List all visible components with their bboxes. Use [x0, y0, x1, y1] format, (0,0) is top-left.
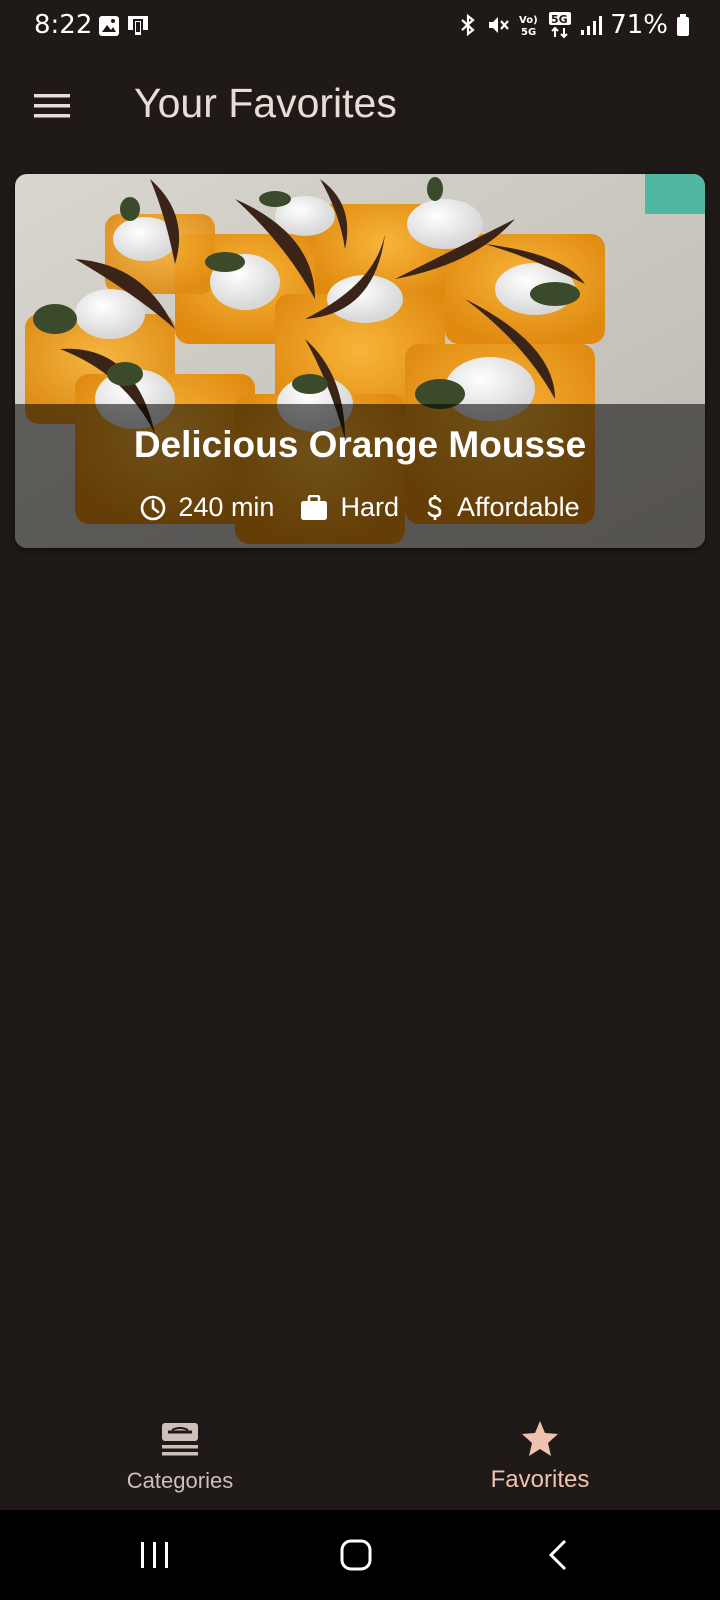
svg-text:Vo): Vo)	[519, 15, 538, 26]
app-bar: Your Favorites	[0, 56, 720, 156]
system-navigation-bar	[0, 1510, 720, 1600]
battery-icon	[677, 14, 689, 36]
categories-icon	[162, 1423, 198, 1456]
meal-duration: 240 min	[140, 492, 274, 523]
nav-icon-wrapper	[160, 1418, 200, 1460]
svg-text:5G: 5G	[551, 13, 568, 26]
status-time: 8:22	[34, 10, 93, 40]
nav-item-favorites[interactable]: Favorites	[360, 1398, 720, 1510]
nav-label-favorites: Favorites	[490, 1466, 590, 1493]
meal-info-overlay: Delicious Orange Mousse 240 min Hard Aff…	[15, 404, 705, 548]
meal-duration-text: 240 min	[178, 492, 275, 522]
meal-affordability: Affordable	[425, 492, 580, 523]
meal-title: Delicious Orange Mousse	[133, 424, 587, 465]
status-notification-icons	[98, 14, 152, 38]
briefcase-icon	[301, 494, 328, 520]
hamburger-menu-icon	[34, 94, 70, 118]
meal-complexity: Hard	[300, 492, 399, 523]
meal-complexity-text: Hard	[340, 492, 399, 522]
image-icon	[99, 16, 119, 36]
recents-icon	[141, 1542, 168, 1568]
bottom-navigation: Categories Favorites	[0, 1398, 720, 1510]
clock-icon	[141, 495, 166, 520]
dollar-icon	[427, 494, 442, 520]
volte-icon: Vo) 5G	[519, 15, 538, 38]
home-button[interactable]	[316, 1530, 396, 1580]
meal-affordability-text: Affordable	[456, 492, 580, 522]
svg-text:5G: 5G	[521, 27, 536, 38]
meal-card[interactable]: Delicious Orange Mousse 240 min Hard Aff…	[15, 174, 705, 548]
signal-icon	[581, 16, 603, 35]
nav-label-categories: Categories	[126, 1468, 234, 1493]
star-icon	[522, 1421, 558, 1456]
meal-meta: 240 min Hard Affordable	[15, 492, 705, 523]
page-title: Your Favorites	[134, 80, 397, 126]
device-icon	[128, 16, 148, 37]
menu-button[interactable]	[20, 78, 84, 134]
back-icon	[548, 1539, 567, 1571]
recents-button[interactable]	[115, 1530, 195, 1580]
battery-percentage: 71%	[610, 10, 668, 40]
status-bar: 8:22 Vo) 5G 5G 71%	[0, 0, 720, 56]
bluetooth-icon	[461, 13, 475, 37]
back-button[interactable]	[518, 1530, 598, 1580]
nav-item-categories[interactable]: Categories	[0, 1398, 360, 1510]
mute-icon	[489, 17, 510, 33]
home-icon	[340, 1539, 372, 1571]
5g-icon: 5G	[549, 12, 572, 39]
status-system-icons: Vo) 5G 5G 71%	[458, 10, 690, 40]
nav-icon-wrapper	[520, 1418, 560, 1460]
